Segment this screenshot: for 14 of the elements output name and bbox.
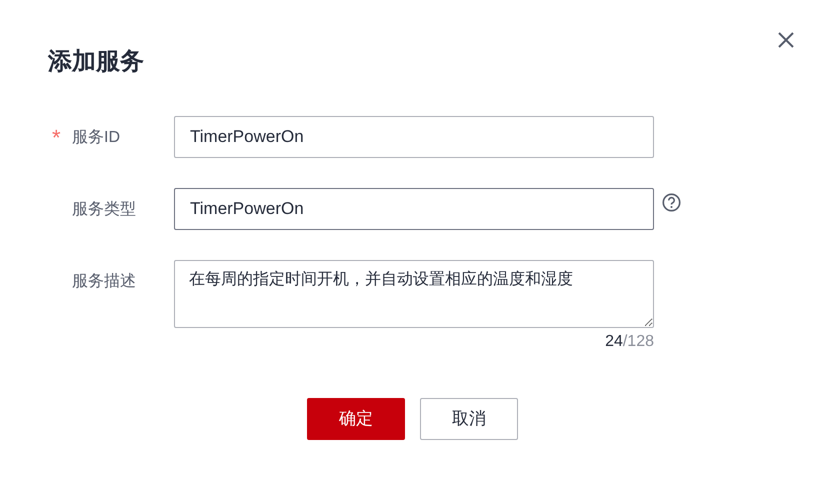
close-button[interactable] <box>776 30 796 50</box>
dialog-title: 添加服务 <box>48 47 145 77</box>
input-field[interactable]: TimerPowerOn <box>174 116 654 158</box>
required-mark: * <box>52 126 61 150</box>
field-label: 服务描述 <box>72 272 136 292</box>
help-icon[interactable] <box>662 193 681 212</box>
close-icon <box>777 31 795 49</box>
confirm-button[interactable]: 确定 <box>307 398 405 440</box>
cancel-button[interactable]: 取消 <box>420 398 518 440</box>
textarea-field[interactable]: 在每周的指定时间开机，并自动设置相应的温度和湿度 <box>174 260 654 328</box>
field-label: 服务ID <box>72 128 120 148</box>
character-counter: 24/128 <box>605 332 654 352</box>
input-field[interactable]: TimerPowerOn <box>174 188 654 230</box>
field-label: 服务类型 <box>72 200 136 220</box>
